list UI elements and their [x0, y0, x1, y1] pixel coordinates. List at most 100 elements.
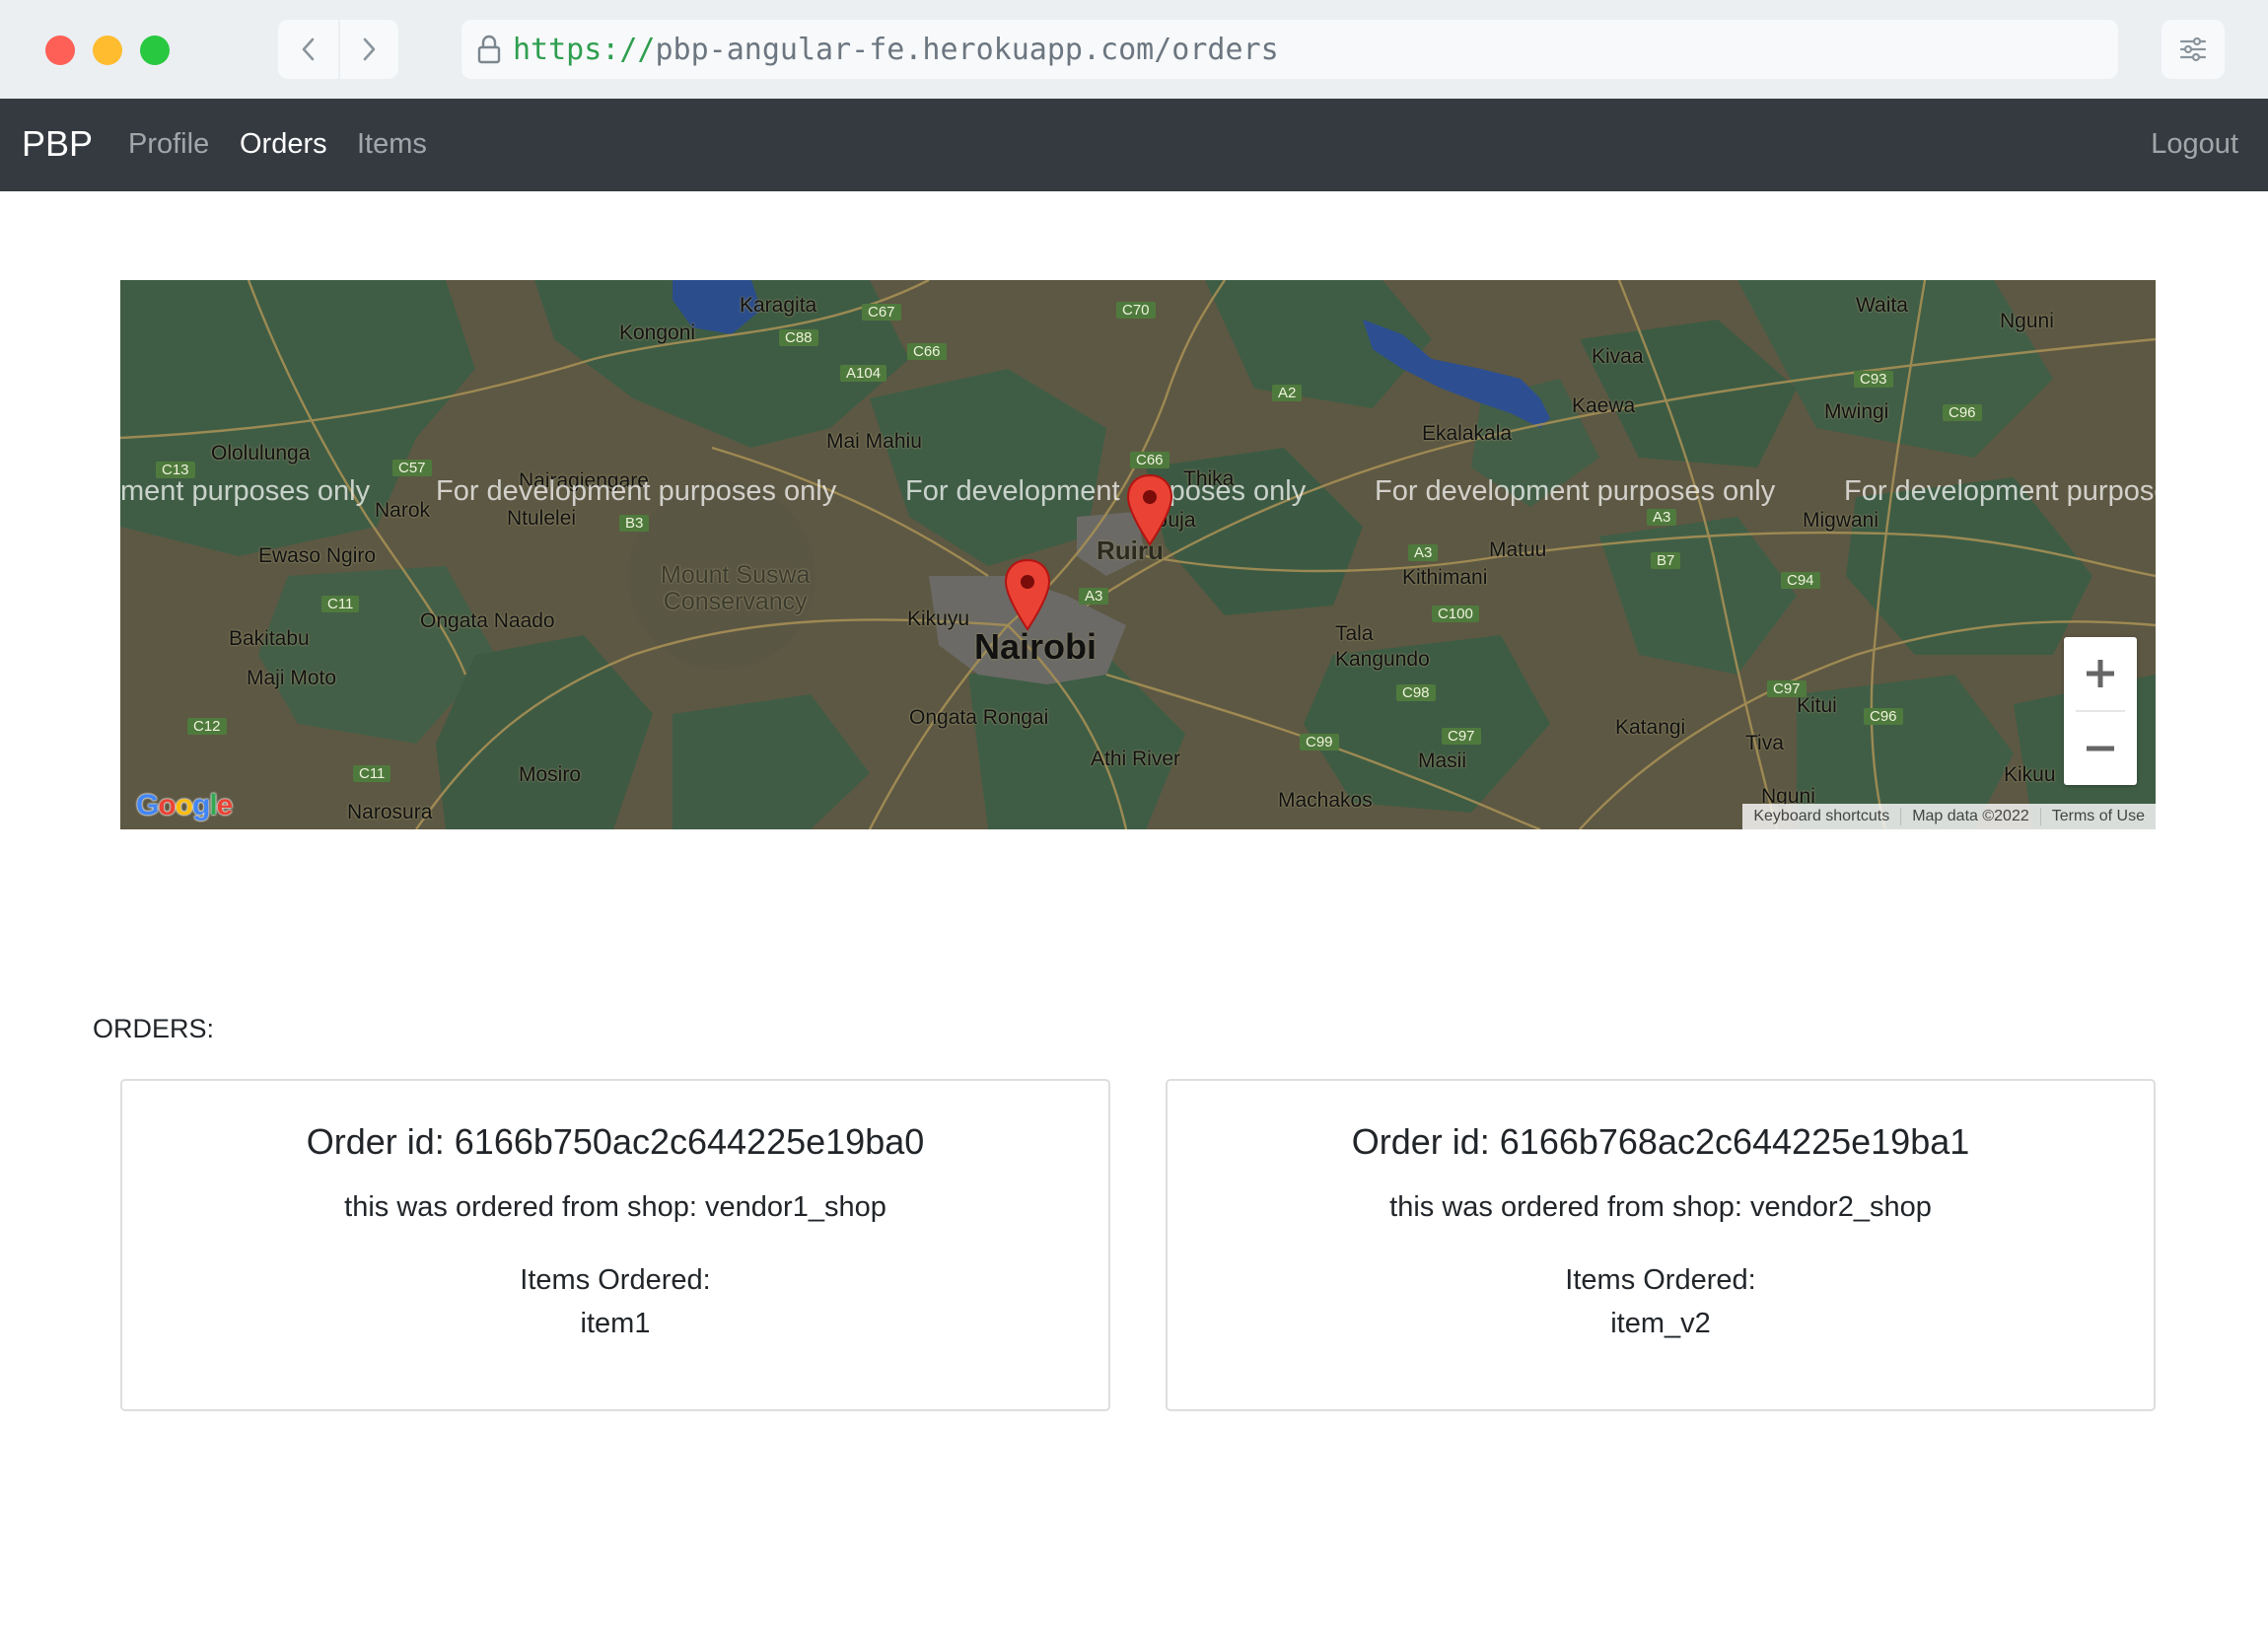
ordered-item: item1: [580, 1308, 651, 1339]
map-label-mai-mahiu: Mai Mahiu: [826, 430, 922, 453]
road-shield: B3: [619, 515, 650, 532]
road-shield: C12: [187, 718, 227, 735]
nav-link-orders[interactable]: Orders: [240, 126, 327, 162]
map-label-kikuyu: Kikuyu: [907, 608, 970, 630]
map-label-narok: Narok: [375, 499, 431, 522]
map-label-athi-river: Athi River: [1091, 748, 1181, 770]
order-map-marker[interactable]: [1004, 558, 1051, 631]
map-label-kikuu: Kikuu: [2004, 763, 2056, 786]
logout-link[interactable]: Logout: [2151, 126, 2238, 162]
items-ordered-label: Items Ordered:: [520, 1264, 711, 1296]
road-shield: C11: [321, 596, 360, 612]
sliders-icon: [2179, 36, 2207, 62]
browser-chrome: https://pbp-angular-fe.herokuapp.com/ord…: [0, 0, 2268, 99]
road-shield: C88: [779, 329, 818, 346]
minimize-window-button[interactable]: [93, 36, 122, 65]
dev-watermark: ment purposes only: [120, 475, 371, 507]
road-shield: C11: [353, 765, 391, 782]
nav-link-items[interactable]: Items: [357, 126, 427, 162]
road-shield: B7: [1651, 552, 1681, 569]
order-map-marker[interactable]: [1126, 473, 1173, 546]
map-label-ongata-naado: Ongata Naado: [420, 609, 555, 632]
road-shield: A3: [1079, 588, 1109, 605]
order-card: Order id: 6166b750ac2c644225e19ba0 this …: [120, 1079, 1110, 1411]
items-ordered-label: Items Ordered:: [1565, 1264, 1756, 1296]
map-label-ongata-rongai: Ongata Rongai: [909, 706, 1049, 729]
google-logo[interactable]: Google: [136, 790, 233, 822]
map-label-mosiro: Mosiro: [519, 763, 582, 786]
lock-icon: [477, 35, 501, 64]
map-label-tala-kangundo: Tala Kangundo: [1335, 622, 1430, 671]
road-shield: C99: [1300, 734, 1339, 751]
map-attribution: Keyboard shortcuts Map data ©2022 Terms …: [1742, 804, 2156, 829]
map-label-matuu: Matuu: [1489, 538, 1547, 561]
nav-link-profile[interactable]: Profile: [128, 126, 209, 162]
close-window-button[interactable]: [45, 36, 75, 65]
order-shop-text: this was ordered from shop: vendor2_shop: [1389, 1191, 1932, 1223]
map-label-waita: Waita: [1856, 294, 1908, 317]
browser-menu-button[interactable]: [2162, 20, 2225, 79]
road-shield: A3: [1408, 544, 1439, 561]
map-label-kithimani: Kithimani: [1402, 566, 1488, 589]
orders-map[interactable]: Karagita Kongoni Mai Mahiu Thika Juja Ru…: [120, 280, 2156, 829]
road-shield: C67: [862, 304, 901, 321]
map-label-ololulunga: Ololulunga: [211, 442, 311, 465]
map-label-ewaso-ngiro: Ewaso Ngiro: [258, 544, 377, 567]
map-label-ntulelei: Ntulelei: [507, 507, 577, 530]
zoom-out-button[interactable]: [2064, 712, 2137, 785]
history-buttons: [278, 20, 398, 79]
map-data-label: Map data ©2022: [1900, 808, 2040, 825]
map-label-kivaa: Kivaa: [1592, 345, 1644, 368]
order-id-title: Order id: 6166b768ac2c644225e19ba1: [1351, 1121, 1970, 1162]
dev-watermark: For development purposes only: [905, 475, 1307, 507]
map-label-kongoni: Kongoni: [619, 322, 696, 344]
dev-watermark: For development purpose: [1844, 475, 2156, 507]
map-label-mwingi: Mwingi: [1824, 400, 1889, 423]
url-scheme: https://: [513, 33, 656, 67]
order-id-title: Order id: 6166b750ac2c644225e19ba0: [306, 1121, 925, 1162]
orders-heading: ORDERS:: [93, 1014, 215, 1043]
dev-watermark: For development purposes only: [436, 475, 837, 507]
maximize-window-button[interactable]: [140, 36, 170, 65]
map-label-nguni: Nguni: [2000, 310, 2054, 332]
order-shop-text: this was ordered from shop: vendor1_shop: [344, 1191, 886, 1223]
map-label-migwani: Migwani: [1803, 509, 1879, 532]
ordered-item: item_v2: [1610, 1308, 1711, 1339]
chevron-left-icon: [302, 37, 314, 61]
address-bar[interactable]: https://pbp-angular-fe.herokuapp.com/ord…: [461, 20, 2118, 79]
map-label-kitui: Kitui: [1797, 694, 1837, 717]
minus-icon: [2087, 746, 2114, 751]
map-label-maji-moto: Maji Moto: [247, 667, 337, 689]
road-shield: C70: [1116, 302, 1156, 319]
app-navbar: PBP Profile Orders Items Logout: [0, 99, 2268, 191]
order-card: Order id: 6166b768ac2c644225e19ba1 this …: [1166, 1079, 2156, 1411]
road-shield: A2: [1272, 385, 1303, 401]
road-shield: C97: [1767, 680, 1807, 697]
road-shield: C96: [1943, 404, 1982, 421]
road-shield: C93: [1854, 371, 1893, 388]
map-label-masii: Masii: [1418, 750, 1467, 772]
dev-watermark: For development purposes only: [1375, 475, 1776, 507]
map-label-nairobi: Nairobi: [974, 626, 1098, 667]
forward-button[interactable]: [338, 20, 398, 79]
map-label-katangi: Katangi: [1615, 716, 1686, 739]
map-zoom-control: [2064, 637, 2137, 785]
url-path: pbp-angular-fe.herokuapp.com/orders: [655, 33, 1279, 67]
map-label-ekalakala: Ekalakala: [1422, 422, 1513, 445]
road-shield: A104: [840, 365, 887, 382]
brand-logo[interactable]: PBP: [22, 122, 93, 166]
zoom-in-button[interactable]: [2064, 637, 2137, 710]
road-shield: C66: [1130, 452, 1169, 468]
back-button[interactable]: [278, 20, 338, 79]
road-shield: C94: [1781, 572, 1820, 589]
road-shield: C97: [1442, 728, 1481, 745]
plus-icon: [2087, 660, 2114, 687]
map-label-kaewa: Kaewa: [1572, 394, 1636, 417]
road-shield: C66: [907, 343, 947, 360]
keyboard-shortcuts-link[interactable]: Keyboard shortcuts: [1742, 808, 1900, 825]
road-shield: C98: [1396, 684, 1436, 701]
chevron-right-icon: [363, 37, 375, 61]
terms-of-use-link[interactable]: Terms of Use: [2039, 808, 2156, 825]
map-label-karagita: Karagita: [740, 294, 817, 317]
map-label-narosura: Narosura: [347, 801, 433, 823]
